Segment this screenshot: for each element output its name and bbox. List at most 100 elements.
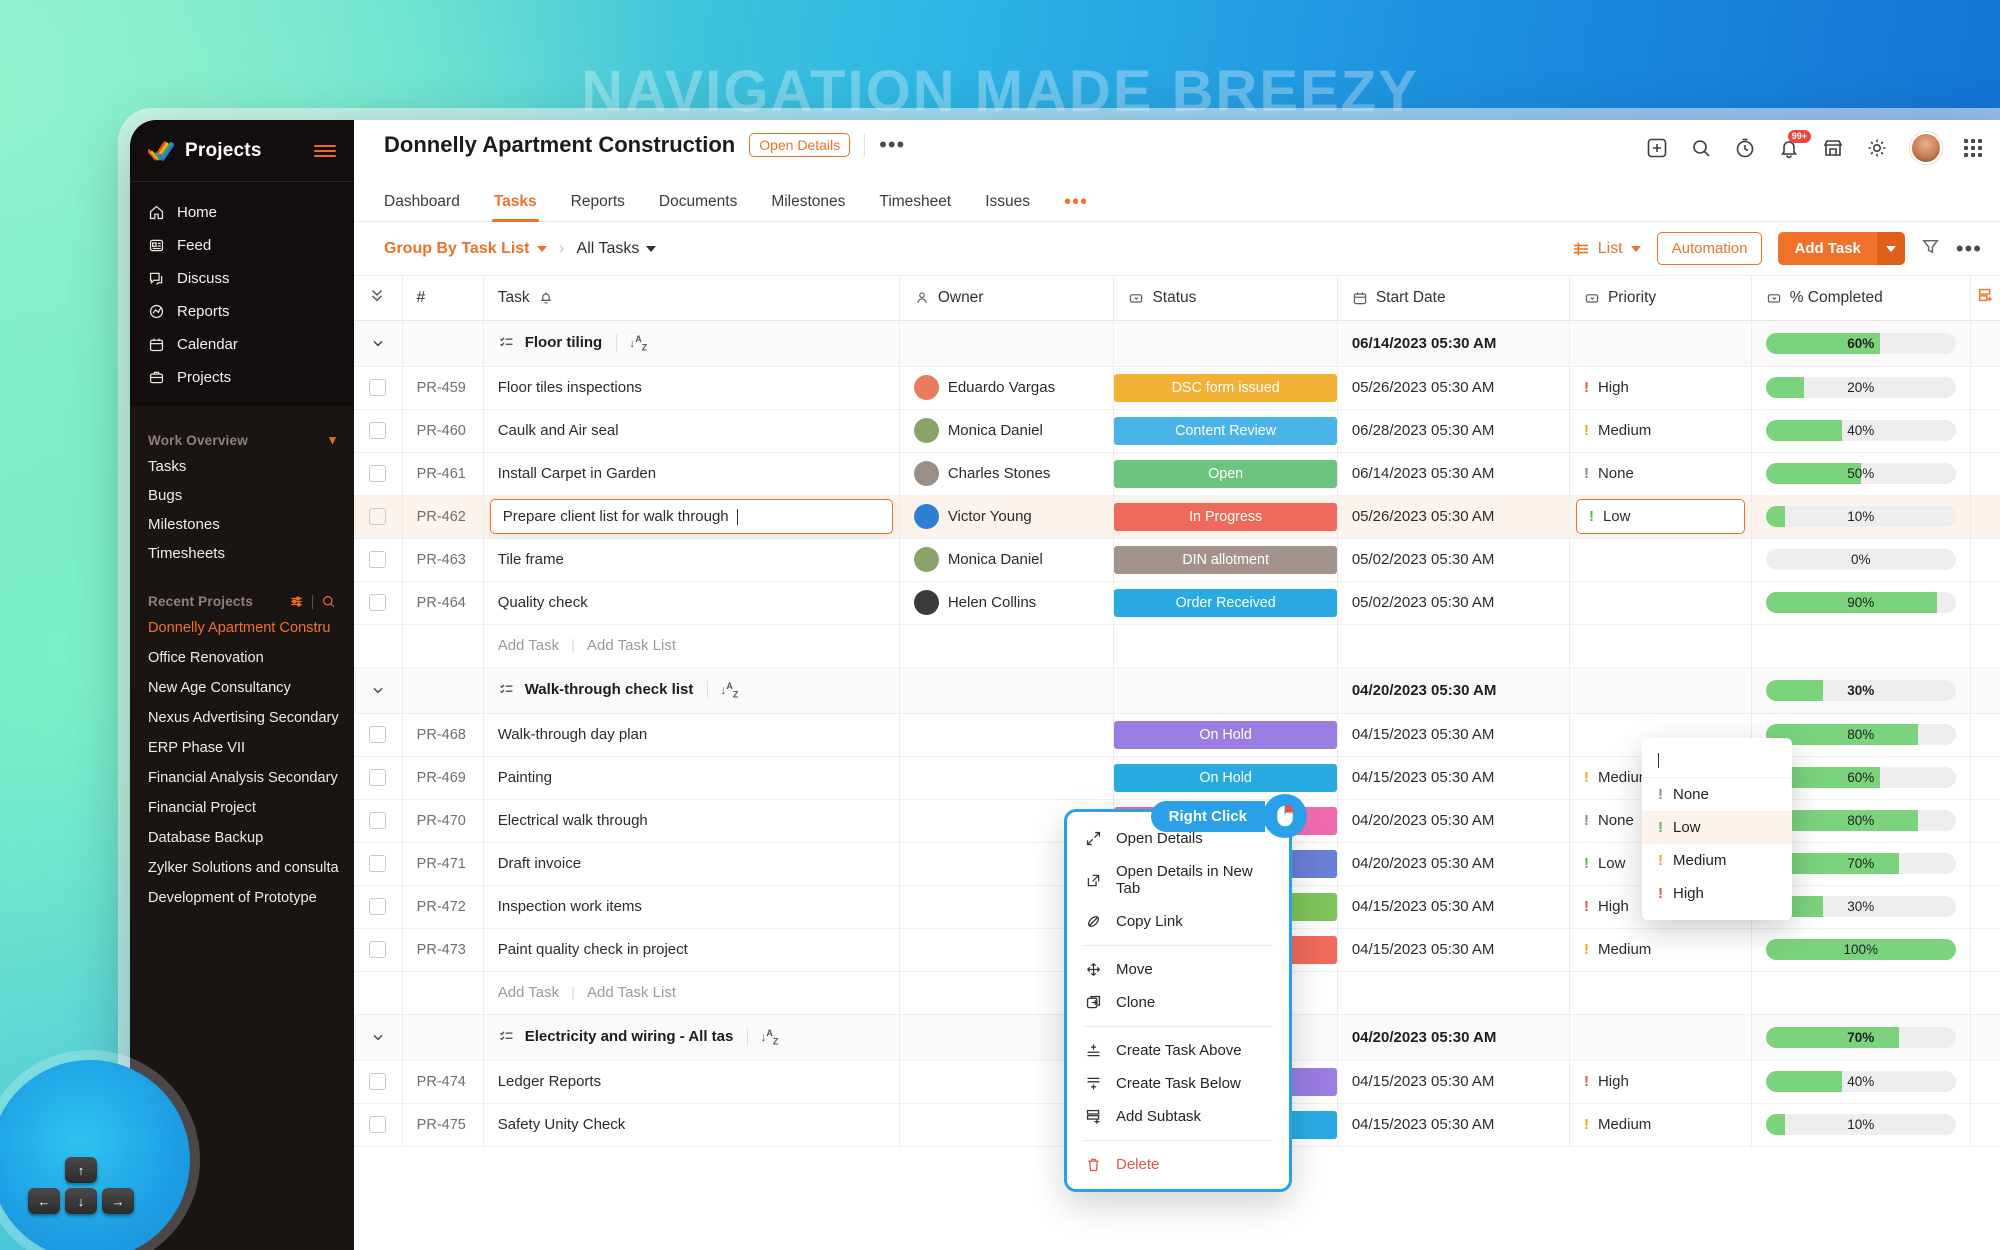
- sidebar-section-work-overview[interactable]: Work Overview ▾: [130, 422, 354, 452]
- ctx-copy-link[interactable]: Copy Link: [1067, 905, 1289, 938]
- percent-cell[interactable]: 90%: [1751, 581, 1971, 625]
- sidebar-project-financial-project[interactable]: Financial Project: [130, 793, 354, 823]
- percent-cell[interactable]: 100%: [1751, 928, 1971, 972]
- start-date-cell[interactable]: 04/15/2023 05:30 AM: [1337, 756, 1570, 800]
- row-checkbox-cell[interactable]: [354, 538, 403, 582]
- task-name-cell[interactable]: Ledger Reports: [483, 1060, 900, 1104]
- task-name-cell[interactable]: Install Carpet in Garden: [483, 452, 900, 496]
- add-task-dropdown-arrow[interactable]: [1876, 232, 1905, 265]
- col-task[interactable]: Task: [483, 276, 900, 321]
- timer-icon[interactable]: [1734, 137, 1756, 159]
- priority-option-high[interactable]: ! High: [1642, 877, 1792, 910]
- percent-cell[interactable]: 10%: [1751, 495, 1971, 539]
- priority-input[interactable]: ! Low: [1575, 499, 1745, 534]
- automation-button[interactable]: Automation: [1656, 232, 1763, 265]
- sidebar-project-development-of-prototype[interactable]: Development of Prototype: [130, 883, 354, 913]
- sidebar-project-database-backup[interactable]: Database Backup: [130, 823, 354, 853]
- start-date-cell[interactable]: 04/15/2023 05:30 AM: [1337, 1060, 1570, 1104]
- priority-search-input[interactable]: [1642, 744, 1792, 778]
- priority-option-low[interactable]: ! Low: [1642, 811, 1792, 844]
- search-icon[interactable]: [321, 594, 336, 609]
- row-checkbox-cell[interactable]: [354, 713, 403, 757]
- sidebar-project-new-age-consultancy[interactable]: New Age Consultancy: [130, 673, 354, 703]
- group-by-dropdown[interactable]: Group By Task List: [384, 240, 547, 258]
- sidebar-item-reports[interactable]: Reports: [130, 295, 354, 328]
- row-checkbox[interactable]: [369, 898, 387, 915]
- row-checkbox-cell[interactable]: [354, 756, 403, 800]
- calendar-shop-icon[interactable]: [1822, 137, 1844, 159]
- percent-cell[interactable]: 40%: [1751, 1060, 1971, 1104]
- tab-documents[interactable]: Documents: [659, 182, 737, 222]
- priority-option-medium[interactable]: ! Medium: [1642, 844, 1792, 877]
- sort-az-icon[interactable]: ↓AZ: [616, 333, 647, 353]
- row-checkbox[interactable]: [369, 726, 387, 743]
- col-percent-completed[interactable]: % Completed: [1751, 276, 1971, 321]
- add-task-inline-button[interactable]: Add Task: [498, 637, 559, 654]
- row-checkbox-cell[interactable]: [354, 928, 403, 972]
- owner-cell[interactable]: Victor Young: [899, 495, 1115, 539]
- add-task-inline-button[interactable]: Add Task: [498, 984, 559, 1001]
- status-cell[interactable]: Content Review: [1113, 409, 1338, 453]
- group-collapse-toggle[interactable]: [354, 667, 403, 714]
- row-checkbox-cell[interactable]: [354, 495, 403, 539]
- table-row[interactable]: PR-464 Quality check Helen Collins Order Re…: [354, 581, 2000, 625]
- priority-cell[interactable]: ! None: [1569, 452, 1752, 496]
- priority-cell[interactable]: ! Medium: [1569, 1103, 1752, 1147]
- start-date-cell[interactable]: 04/15/2023 05:30 AM: [1337, 885, 1570, 929]
- row-checkbox[interactable]: [369, 508, 387, 525]
- sidebar-item-calendar[interactable]: Calendar: [130, 328, 354, 361]
- priority-cell[interactable]: [1569, 538, 1752, 582]
- sidebar-item-tasks[interactable]: Tasks: [130, 452, 354, 481]
- task-name-cell[interactable]: Safety Unity Check: [483, 1103, 900, 1147]
- sidebar-project-financial-analysis[interactable]: Financial Analysis Secondary: [130, 763, 354, 793]
- status-cell[interactable]: On Hold: [1113, 713, 1338, 757]
- add-icon[interactable]: [1646, 137, 1668, 159]
- col-select-all[interactable]: [354, 276, 403, 321]
- col-start-date[interactable]: Start Date: [1337, 276, 1570, 321]
- percent-cell[interactable]: 20%: [1751, 366, 1971, 410]
- owner-cell[interactable]: Eduardo Vargas: [899, 366, 1115, 410]
- owner-cell[interactable]: Monica Daniel: [899, 409, 1115, 453]
- hamburger-icon[interactable]: [314, 144, 336, 157]
- task-name-cell[interactable]: Paint quality check in project: [483, 928, 900, 972]
- tab-reports[interactable]: Reports: [571, 182, 625, 222]
- tab-tasks[interactable]: Tasks: [491, 182, 539, 222]
- row-checkbox[interactable]: [369, 812, 387, 829]
- task-name-cell[interactable]: Tile frame: [483, 538, 900, 582]
- col-number[interactable]: #: [402, 276, 484, 321]
- task-name-cell[interactable]: Inspection work items: [483, 885, 900, 929]
- search-icon[interactable]: [1690, 137, 1712, 159]
- sidebar-item-feed[interactable]: Feed: [130, 229, 354, 262]
- status-cell[interactable]: On Hold: [1113, 756, 1338, 800]
- app-grid-icon[interactable]: [1964, 139, 1982, 157]
- start-date-cell[interactable]: 06/14/2023 05:30 AM: [1337, 452, 1570, 496]
- sidebar-item-discuss[interactable]: Discuss: [130, 262, 354, 295]
- group-collapse-toggle[interactable]: [354, 320, 403, 367]
- ctx-clone[interactable]: Clone: [1067, 986, 1289, 1019]
- table-row[interactable]: PR-461 Install Carpet in Garden Charles St…: [354, 452, 2000, 496]
- priority-cell[interactable]: [1569, 581, 1752, 625]
- funnel-icon[interactable]: [1921, 237, 1940, 261]
- sort-az-icon[interactable]: ↓AZ: [747, 1027, 778, 1047]
- task-name-cell[interactable]: Quality check: [483, 581, 900, 625]
- row-checkbox-cell[interactable]: [354, 842, 403, 886]
- priority-cell[interactable]: ! High: [1569, 1060, 1752, 1104]
- owner-cell[interactable]: Charles Stones: [899, 452, 1115, 496]
- tabs-more-button[interactable]: •••: [1064, 192, 1088, 212]
- percent-cell[interactable]: 0%: [1751, 538, 1971, 582]
- percent-cell[interactable]: 50%: [1751, 452, 1971, 496]
- add-column-button[interactable]: [1970, 276, 2000, 321]
- ctx-open-details-new-tab[interactable]: Open Details in New Tab: [1067, 855, 1289, 905]
- col-priority[interactable]: Priority: [1569, 276, 1752, 321]
- view-switch-list[interactable]: List: [1572, 240, 1641, 258]
- task-name-cell[interactable]: Prepare client list for walk through: [483, 495, 900, 539]
- toolbar-more-button[interactable]: •••: [1956, 237, 1982, 259]
- row-checkbox[interactable]: [369, 855, 387, 872]
- task-name-cell[interactable]: Electrical walk through: [483, 799, 900, 843]
- filter-dropdown[interactable]: All Tasks: [577, 240, 657, 258]
- table-row[interactable]: PR-462 Prepare client list for walk throu…: [354, 495, 2000, 539]
- row-checkbox[interactable]: [369, 422, 387, 439]
- sort-az-icon[interactable]: ↓AZ: [707, 680, 738, 700]
- priority-cell[interactable]: ! High: [1569, 366, 1752, 410]
- row-checkbox-cell[interactable]: [354, 1060, 403, 1104]
